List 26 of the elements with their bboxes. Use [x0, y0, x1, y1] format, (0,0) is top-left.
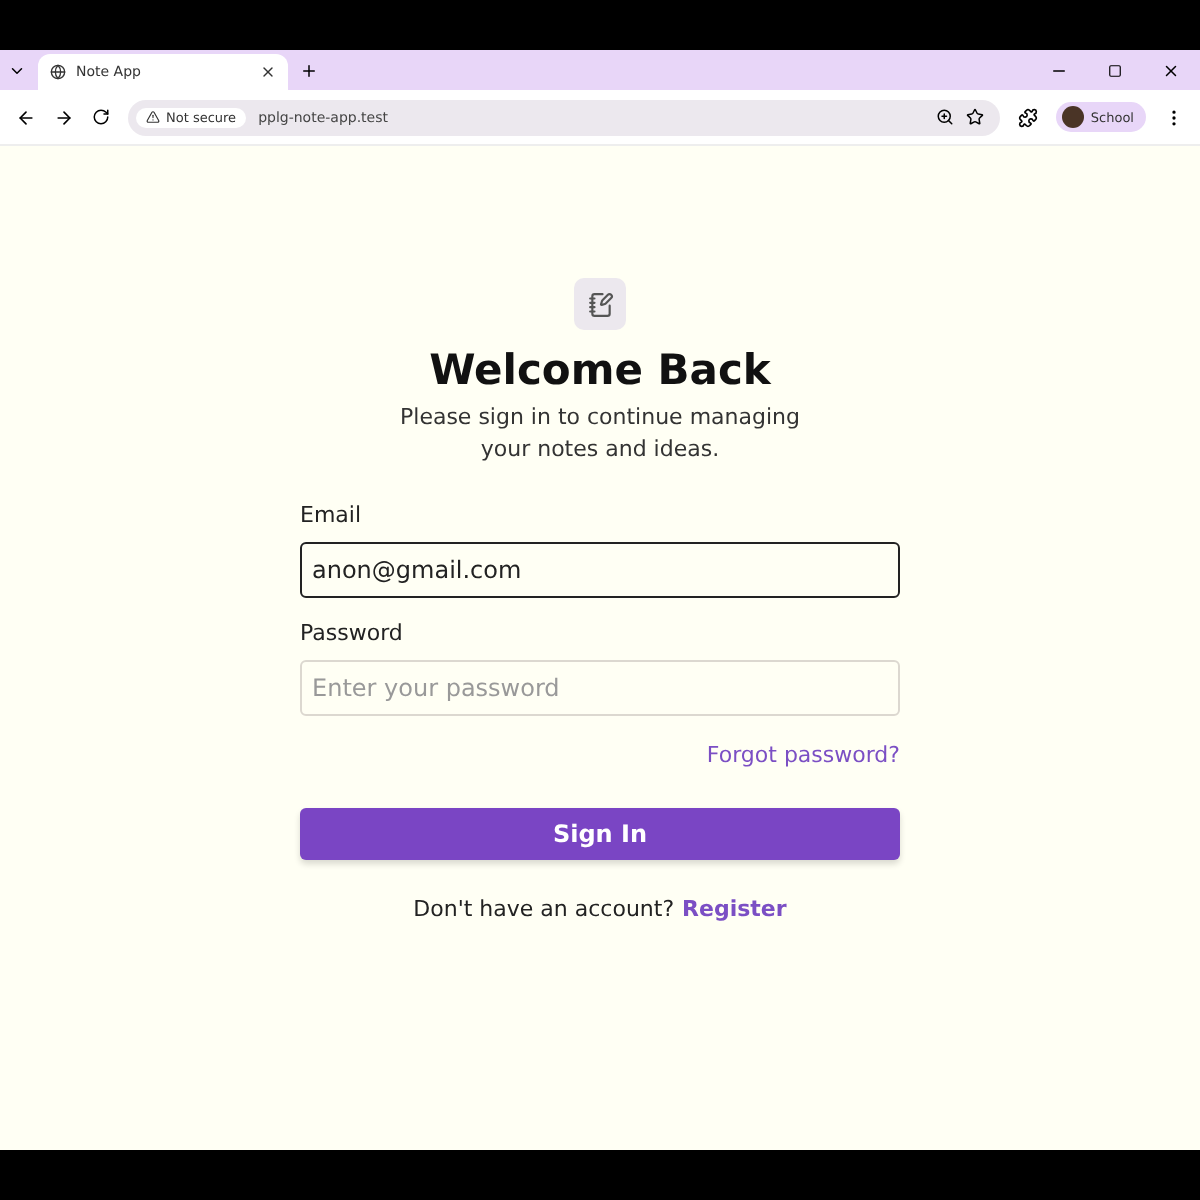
note-icon — [574, 278, 626, 330]
subtitle: your notes and ideas. — [478, 434, 722, 466]
back-icon[interactable] — [16, 107, 36, 127]
close-icon[interactable] — [260, 64, 276, 80]
new-tab-icon[interactable] — [300, 62, 318, 80]
field-label: Email — [300, 502, 364, 528]
warning-icon — [146, 110, 160, 124]
subtitle: Please sign in to continue managing — [400, 402, 800, 434]
field-label: Password — [300, 620, 405, 646]
input-field[interactable]: Enter your password — [300, 660, 900, 716]
globe-icon — [50, 64, 66, 80]
forgot-password-link[interactable]: Forgot password? — [706, 742, 900, 768]
page-title: Welcome Back — [429, 346, 771, 394]
register-link[interactable]: Register — [682, 896, 787, 922]
maximize-icon[interactable] — [1108, 64, 1122, 78]
bookmark-icon[interactable] — [966, 108, 985, 126]
extensions-icon[interactable] — [1018, 107, 1039, 127]
forward-icon[interactable] — [54, 107, 74, 127]
input-field[interactable]: anon@gmail.com — [300, 542, 900, 598]
zoom-icon[interactable] — [936, 108, 955, 126]
avatar-icon — [1062, 106, 1085, 128]
reload-icon[interactable] — [92, 108, 110, 126]
sign-in-button[interactable]: Sign In — [300, 808, 900, 860]
tab-list-icon[interactable] — [8, 62, 26, 80]
close-icon[interactable] — [1162, 62, 1180, 80]
register-prompt: Don't have an account? — [413, 896, 675, 922]
